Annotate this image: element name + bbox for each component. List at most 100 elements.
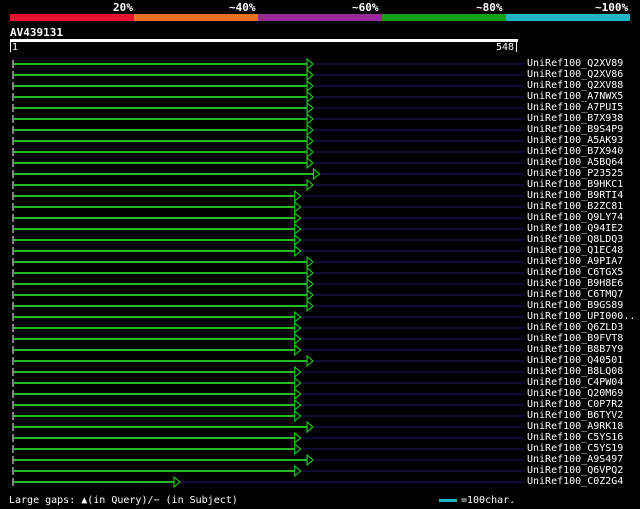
hit-label[interactable]: UniRef100_B8B7Y9 — [527, 344, 623, 355]
hit-label[interactable]: UniRef100_A5BQ64 — [527, 157, 623, 168]
hit-label[interactable]: UniRef100_Q9LY74 — [527, 212, 623, 223]
hit-label[interactable]: UniRef100_A9S497 — [527, 454, 623, 465]
hit-arrow — [306, 145, 314, 159]
hit-bar — [14, 459, 308, 461]
hit-arrow — [294, 310, 302, 324]
hit-bar — [14, 437, 295, 439]
hit-bar — [14, 481, 174, 483]
hit-row — [12, 101, 524, 115]
hit-arrow — [306, 299, 314, 313]
hit-bar — [14, 162, 308, 164]
hit-label[interactable]: UniRef100_C4PW04 — [527, 377, 623, 388]
hit-label[interactable]: UniRef100_B9S4P9 — [527, 124, 623, 135]
hit-bar — [14, 85, 308, 87]
hit-label[interactable]: UniRef100_Q6VPQ2 — [527, 465, 623, 476]
hit-row — [12, 409, 524, 423]
hit-row — [12, 299, 524, 313]
hit-arrow — [306, 288, 314, 302]
hit-row — [12, 266, 524, 280]
hit-row — [12, 68, 524, 82]
hit-arrow — [294, 321, 302, 335]
hit-arrow — [294, 365, 302, 379]
hit-label[interactable]: UniRef100_B7X940 — [527, 146, 623, 157]
hit-arrow — [306, 57, 314, 71]
hit-arrow — [294, 244, 302, 258]
hit-arrow — [294, 398, 302, 412]
hit-label[interactable]: UniRef100_C5YS16 — [527, 432, 623, 443]
hit-label[interactable]: UniRef100_A7PUI5 — [527, 102, 623, 113]
hit-label[interactable]: UniRef100_P23525 — [527, 168, 623, 179]
hit-label[interactable]: UniRef100_Q40501 — [527, 355, 623, 366]
hit-arrow — [312, 167, 321, 181]
hit-arrow — [294, 233, 302, 247]
hit-label[interactable]: UniRef100_Q94IE2 — [527, 223, 623, 234]
hit-bar — [14, 250, 295, 252]
hit-label[interactable]: UniRef100_Q20M69 — [527, 388, 623, 399]
hit-row — [12, 211, 524, 225]
hit-arrow — [294, 200, 302, 214]
hit-bar — [14, 338, 295, 340]
hit-arrow — [294, 431, 302, 445]
hit-label[interactable]: UniRef100_Q1EC48 — [527, 245, 623, 256]
hit-bar — [14, 217, 295, 219]
hit-bar — [14, 470, 295, 472]
hit-arrow — [306, 453, 314, 467]
hit-bar — [14, 239, 295, 241]
hit-row — [12, 464, 524, 478]
hit-arrow — [306, 277, 314, 291]
hit-label[interactable]: UniRef100_Q2XV89 — [527, 58, 623, 69]
hit-label[interactable]: UniRef100_C5YS19 — [527, 443, 623, 454]
hit-label[interactable]: UniRef100_B8LQ08 — [527, 366, 623, 377]
hit-label[interactable]: UniRef100_C0P7R2 — [527, 399, 623, 410]
hit-row — [12, 376, 524, 390]
hit-bar — [14, 195, 295, 197]
hit-bar — [14, 426, 308, 428]
hit-label[interactable]: UniRef100_B9FVT8 — [527, 333, 623, 344]
hit-label[interactable]: UniRef100_C6TGX5 — [527, 267, 623, 278]
hit-arrow — [306, 354, 314, 368]
hit-label[interactable]: UniRef100_B9RTI4 — [527, 190, 623, 201]
hit-arrow — [306, 266, 314, 280]
hit-label[interactable]: UniRef100_UPI000.. — [527, 311, 635, 322]
hit-arrow — [306, 90, 314, 104]
hit-bar — [14, 63, 308, 65]
hit-label[interactable]: UniRef100_Q8LDQ3 — [527, 234, 623, 245]
hit-label[interactable]: UniRef100_B6TYV2 — [527, 410, 623, 421]
hit-row — [12, 90, 524, 104]
hit-label[interactable]: UniRef100_A5AK93 — [527, 135, 623, 146]
hit-row — [12, 343, 524, 357]
hit-label[interactable]: UniRef100_B2ZC81 — [527, 201, 623, 212]
hit-label[interactable]: UniRef100_C0Z2G4 — [527, 476, 623, 487]
scale-bar — [439, 499, 457, 502]
hit-label[interactable]: UniRef100_A9PIA7 — [527, 256, 623, 267]
hit-arrow — [306, 178, 314, 192]
hit-row — [12, 57, 524, 71]
hit-label[interactable]: UniRef100_Q2XV86 — [527, 69, 623, 80]
hit-row — [12, 134, 524, 148]
hit-row — [12, 189, 524, 203]
hit-label[interactable]: UniRef100_A7NWX5 — [527, 91, 623, 102]
hit-arrow — [306, 68, 314, 82]
hit-bar — [14, 151, 308, 153]
hit-arrow — [306, 112, 314, 126]
hit-row — [12, 79, 524, 93]
hit-bar — [14, 228, 295, 230]
hit-label[interactable]: UniRef100_B7X938 — [527, 113, 623, 124]
hit-label[interactable]: UniRef100_B9H8E6 — [527, 278, 623, 289]
hit-label[interactable]: UniRef100_Q2XV88 — [527, 80, 623, 91]
hit-bar — [14, 371, 295, 373]
hit-bar — [14, 448, 295, 450]
hit-label[interactable]: UniRef100_A9RK18 — [527, 421, 623, 432]
hit-label[interactable]: UniRef100_B9HKC1 — [527, 179, 623, 190]
hit-row — [12, 200, 524, 214]
hit-bar — [14, 404, 295, 406]
hit-label[interactable]: UniRef100_Q6ZLD3 — [527, 322, 623, 333]
hit-bar — [14, 206, 295, 208]
hit-arrow — [306, 420, 314, 434]
hit-bar — [14, 173, 314, 175]
hit-bar — [14, 393, 295, 395]
hit-label[interactable]: UniRef100_B9GS89 — [527, 300, 623, 311]
hit-arrow — [294, 343, 302, 357]
hit-label[interactable]: UniRef100_C6TMQ7 — [527, 289, 623, 300]
hit-arrow — [294, 464, 302, 478]
